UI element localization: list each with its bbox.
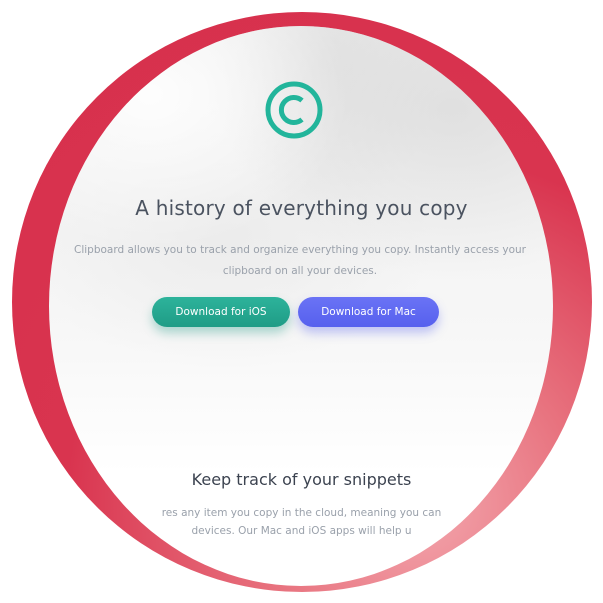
features-section-body: res any item you copy in the cloud, mean… — [60, 504, 543, 540]
features-body-line-2: devices. Our Mac and iOS apps will help … — [191, 525, 412, 537]
features-section-title: Keep track of your snippets — [191, 470, 412, 489]
download-ios-button[interactable]: Download for iOS — [152, 297, 290, 327]
hero-description: Clipboard allows you to track and organi… — [73, 244, 526, 277]
page-content-mask: A history of everything you copy Clipboa… — [49, 26, 553, 586]
copyright-c-icon — [265, 81, 323, 139]
hero-headline: A history of everything you copy — [135, 196, 468, 220]
download-mac-button[interactable]: Download for Mac — [298, 297, 439, 327]
features-body-line-1: res any item you copy in the cloud, mean… — [161, 507, 442, 519]
screenshot-stage: A history of everything you copy Clipboa… — [0, 0, 603, 603]
